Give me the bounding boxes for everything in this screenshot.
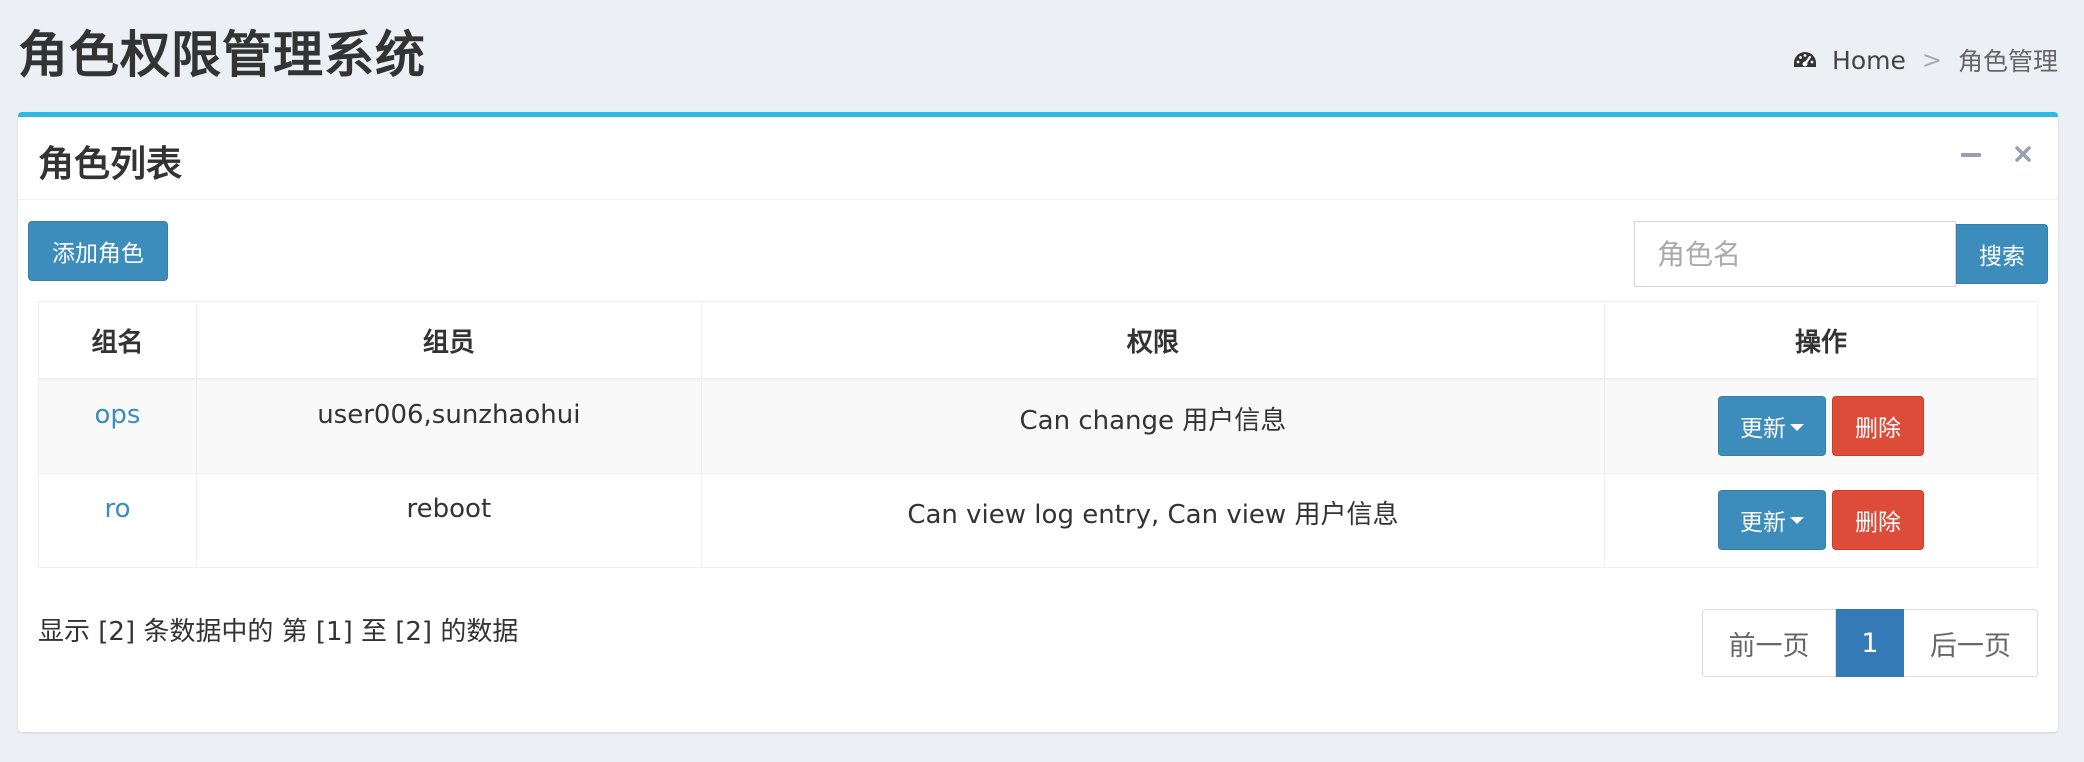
- column-header-members[interactable]: 组员: [195, 301, 702, 380]
- permissions-cell: Can change 用户信息: [700, 378, 1606, 474]
- breadcrumb-home-link[interactable]: Home: [1832, 46, 1906, 75]
- actions-cell: 更新 删除: [1604, 472, 2038, 568]
- table-row: ro reboot Can view log entry, Can view 用…: [38, 472, 2038, 568]
- update-dropdown-button[interactable]: 更新: [1718, 489, 1827, 550]
- delete-button[interactable]: 删除: [1832, 396, 1925, 456]
- table-row: ops user006,sunzhaohui Can change 用户信息 更…: [38, 378, 2038, 474]
- column-header-permissions[interactable]: 权限: [700, 301, 1606, 380]
- page-title: 角色权限管理系统: [18, 26, 426, 84]
- search-button[interactable]: 搜索: [1956, 224, 2048, 284]
- box-title: 角色列表: [38, 144, 183, 185]
- search-group: 搜索: [1634, 221, 2048, 287]
- caret-down-icon: [1790, 517, 1805, 524]
- column-header-actions: 操作: [1604, 301, 2038, 380]
- members-cell: reboot: [195, 472, 702, 568]
- permissions-cell: Can view log entry, Can view 用户信息: [700, 472, 1606, 568]
- breadcrumb: Home > 角色管理: [1792, 42, 2058, 78]
- page-1-button[interactable]: 1: [1836, 609, 1904, 677]
- prev-page-button[interactable]: 前一页: [1702, 609, 1836, 677]
- next-page-button[interactable]: 后一页: [1904, 609, 2038, 677]
- dashboard-icon: [1792, 49, 1818, 71]
- delete-button[interactable]: 删除: [1832, 489, 1925, 550]
- box-header: 角色列表: [18, 117, 2058, 200]
- column-header-group-name[interactable]: 组名: [38, 301, 197, 380]
- role-table: 组名 组员 权限 操作 ops user006,sunzhaohui Can c…: [38, 301, 2038, 568]
- update-dropdown-button[interactable]: 更新: [1718, 396, 1827, 456]
- table-header-row: 组名 组员 权限 操作: [38, 301, 2038, 380]
- update-label: 更新: [1740, 416, 1787, 442]
- group-name-cell: ops: [38, 378, 197, 474]
- actions-cell: 更新 删除: [1604, 378, 2038, 474]
- caret-down-icon: [1790, 423, 1805, 431]
- members-cell: user006,sunzhaohui: [195, 378, 702, 474]
- minus-icon: [1961, 153, 1981, 157]
- box-tools: [1958, 141, 2036, 167]
- collapse-button[interactable]: [1958, 141, 1984, 167]
- role-name-link[interactable]: ops: [95, 400, 141, 430]
- update-label: 更新: [1740, 509, 1787, 536]
- breadcrumb-separator: >: [1921, 46, 1942, 74]
- add-role-button[interactable]: 添加角色: [28, 221, 168, 281]
- remove-button[interactable]: [2010, 141, 2036, 167]
- group-name-cell: ro: [38, 472, 197, 568]
- close-icon: [2015, 146, 2031, 162]
- role-list-box: 角色列表 添加角色 搜索 组名 组员 权限 操作: [18, 112, 2058, 732]
- breadcrumb-current: 角色管理: [1957, 47, 2058, 76]
- pagination: 前一页 1 后一页: [1702, 609, 2038, 677]
- table-info: 显示 [2] 条数据中的 第 [1] 至 [2] 的数据: [38, 617, 519, 647]
- role-name-link[interactable]: ro: [104, 494, 130, 524]
- role-name-search-input[interactable]: [1634, 221, 1956, 287]
